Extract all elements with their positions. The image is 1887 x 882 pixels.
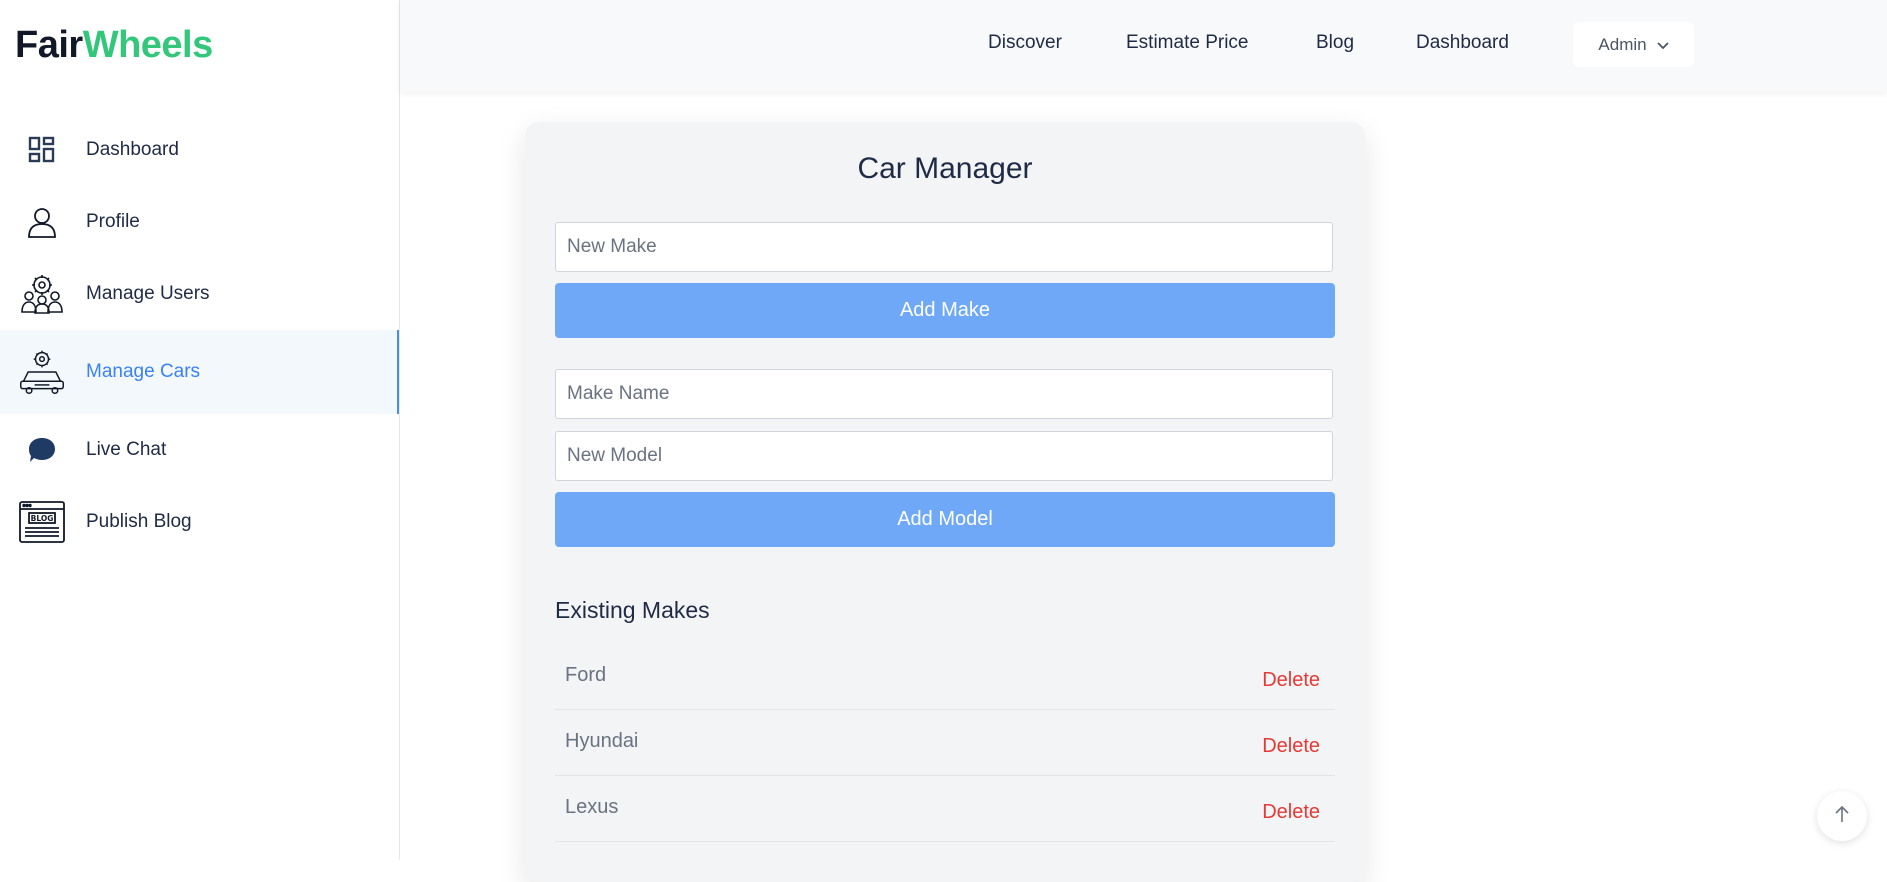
sidebar-item-dashboard[interactable]: Dashboard [0,114,399,186]
nav-link-blog[interactable]: Blog [1316,32,1354,54]
admin-dropdown[interactable]: Admin [1573,22,1694,67]
chat-bubble-icon [18,426,66,474]
delete-make-button[interactable]: Delete [1262,801,1320,824]
blog-icon: BLOG [18,498,66,546]
make-name: Hyundai [565,730,639,752]
new-model-input[interactable] [555,431,1333,481]
sidebar-item-label: Dashboard [86,139,179,160]
nav-link-discover[interactable]: Discover [988,32,1062,54]
users-gear-icon [18,270,66,318]
add-model-button[interactable]: Add Model [555,492,1335,547]
sidebar-item-label: Manage Users [86,283,210,304]
delete-make-button[interactable]: Delete [1262,669,1320,692]
sidebar-item-manage-users[interactable]: Manage Users [0,258,399,330]
make-name-input[interactable] [555,369,1333,419]
sidebar: FairWheels Dashboard Profile Manage User… [0,0,400,860]
admin-dropdown-label: Admin [1598,34,1647,54]
chevron-down-icon [1656,35,1669,55]
sidebar-item-profile[interactable]: Profile [0,186,399,258]
car-manager-card: Car Manager Add Make Add Model Existing … [525,122,1365,882]
scroll-to-top-button[interactable] [1817,791,1867,841]
brand-logo-part2: Wheels [82,24,214,66]
car-gear-icon [18,348,66,396]
brand-logo[interactable]: FairWheels [15,24,213,67]
list-item: Hyundai Delete [555,710,1335,776]
makes-list: Ford Delete Hyundai Delete Lexus Delete [555,644,1335,842]
sidebar-item-manage-cars[interactable]: Manage Cars [0,330,399,414]
list-item: Ford Delete [555,644,1335,710]
sidebar-item-label: Profile [86,211,140,232]
sidebar-item-label: Publish Blog [86,511,192,532]
list-item: Lexus Delete [555,776,1335,842]
delete-make-button[interactable]: Delete [1262,735,1320,758]
sidebar-item-label: Manage Cars [86,361,201,382]
sidebar-nav: Dashboard Profile Manage Users Manage Ca… [0,114,399,558]
sidebar-item-live-chat[interactable]: Live Chat [0,414,399,486]
make-name: Ford [565,664,607,686]
make-name: Lexus [565,796,619,818]
arrow-up-icon [1834,805,1850,828]
top-header: Discover Estimate Price Blog Dashboard A… [400,0,1887,92]
nav-link-dashboard[interactable]: Dashboard [1416,32,1509,54]
svg-text:BLOG: BLOG [31,514,54,523]
sidebar-item-publish-blog[interactable]: BLOG Publish Blog [0,486,399,558]
existing-makes-heading: Existing Makes [555,597,710,623]
new-make-input[interactable] [555,222,1333,272]
dashboard-icon [18,126,66,174]
add-make-button[interactable]: Add Make [555,283,1335,338]
brand-logo-part1: Fair [15,24,83,66]
page-title: Car Manager [857,152,1033,185]
user-icon [18,198,66,246]
nav-link-estimate-price[interactable]: Estimate Price [1126,32,1248,54]
sidebar-item-label: Live Chat [86,439,167,460]
